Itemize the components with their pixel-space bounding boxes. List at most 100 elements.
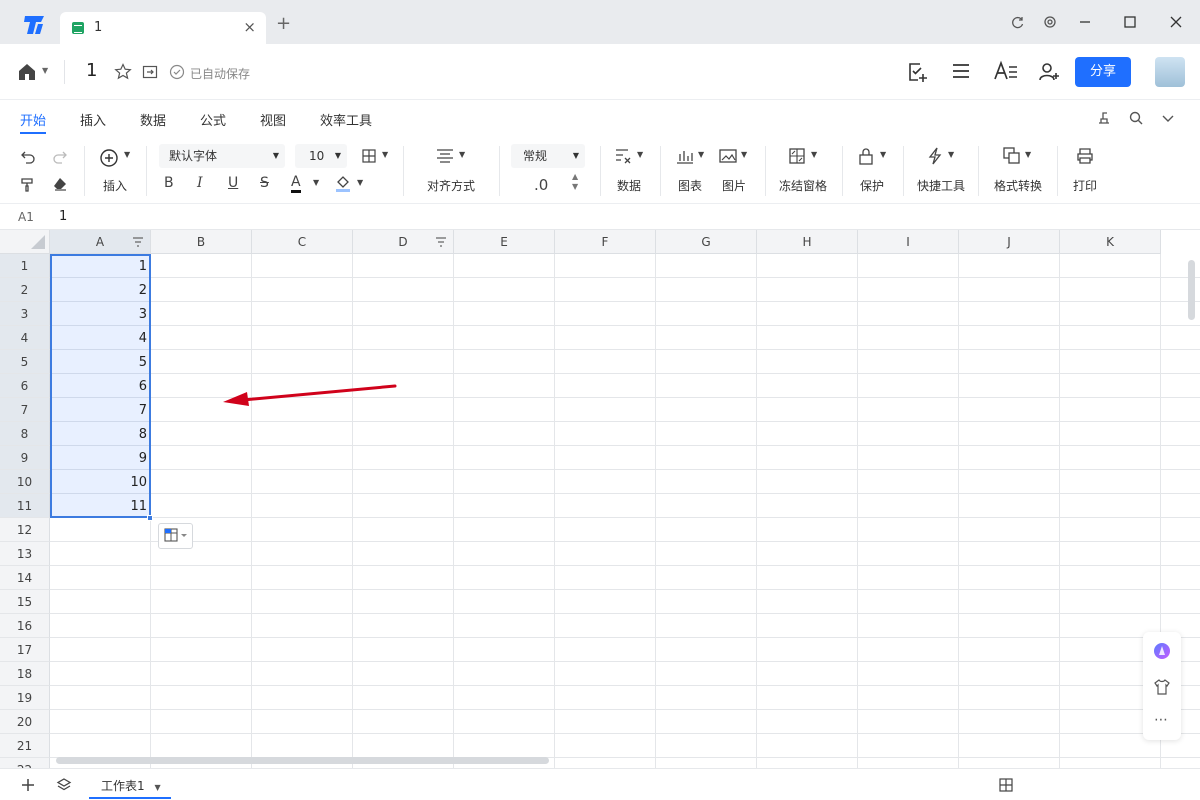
column-header[interactable]: K bbox=[1060, 230, 1161, 254]
column-header[interactable]: F bbox=[555, 230, 656, 254]
row-header[interactable]: 10 bbox=[0, 470, 50, 494]
sheet-list-icon[interactable] bbox=[56, 777, 72, 793]
borders-dropdown-icon[interactable]: ▼ bbox=[382, 150, 388, 159]
horizontal-scrollbar[interactable] bbox=[56, 757, 549, 764]
clear-format-icon[interactable] bbox=[52, 176, 68, 192]
sheet-tab-dropdown-icon[interactable]: ▼ bbox=[154, 783, 160, 792]
freeze-dropdown-icon[interactable]: ▼ bbox=[811, 150, 817, 159]
borders-icon[interactable] bbox=[361, 148, 377, 164]
maximize-icon[interactable] bbox=[1123, 15, 1137, 29]
protect-dropdown-icon[interactable]: ▼ bbox=[880, 150, 886, 159]
bold-button[interactable]: B bbox=[164, 175, 174, 191]
cell-a3[interactable]: 3 bbox=[50, 302, 147, 326]
decimal-places[interactable]: .0 bbox=[534, 176, 548, 194]
row-header[interactable]: 5 bbox=[0, 350, 50, 374]
row-header[interactable]: 21 bbox=[0, 734, 50, 758]
row-header[interactable]: 20 bbox=[0, 710, 50, 734]
cell-a2[interactable]: 2 bbox=[50, 278, 147, 302]
format-brush-icon[interactable] bbox=[1096, 110, 1112, 126]
move-to-folder-icon[interactable] bbox=[142, 64, 158, 80]
tab-formula[interactable]: 公式 bbox=[200, 110, 226, 129]
underline-button[interactable]: U bbox=[228, 175, 238, 191]
font-color-button[interactable]: A bbox=[291, 174, 301, 193]
column-header[interactable]: I bbox=[858, 230, 959, 254]
undo-icon[interactable] bbox=[20, 148, 36, 164]
cell-a1[interactable]: 1 bbox=[50, 254, 147, 278]
image-icon[interactable] bbox=[719, 148, 737, 164]
cell-a4[interactable]: 4 bbox=[50, 326, 147, 350]
font-size-select[interactable]: 10 ▼ bbox=[295, 144, 347, 168]
format-convert-dropdown-icon[interactable]: ▼ bbox=[1025, 150, 1031, 159]
strikethrough-button[interactable]: S bbox=[260, 175, 269, 191]
freeze-panes-icon[interactable] bbox=[789, 148, 805, 164]
theme-shirt-icon[interactable] bbox=[1153, 678, 1171, 696]
vertical-scrollbar[interactable] bbox=[1188, 260, 1195, 320]
row-header[interactable]: 4 bbox=[0, 326, 50, 350]
select-all-corner[interactable] bbox=[0, 230, 50, 254]
new-tab-button[interactable]: + bbox=[276, 15, 291, 33]
align-icon[interactable] bbox=[436, 148, 454, 164]
font-color-dropdown-icon[interactable]: ▼ bbox=[313, 178, 319, 187]
row-header[interactable]: 14 bbox=[0, 566, 50, 590]
filter-icon[interactable] bbox=[435, 236, 447, 248]
row-header[interactable]: 16 bbox=[0, 614, 50, 638]
cell-a5[interactable]: 5 bbox=[50, 350, 147, 374]
document-name[interactable]: 1 bbox=[86, 60, 97, 81]
row-header[interactable]: 12 bbox=[0, 518, 50, 542]
align-dropdown-icon[interactable]: ▼ bbox=[459, 150, 465, 159]
spreadsheet-grid[interactable]: ABCDEFGHIJK 1 2 3 4 5 6 7 8 9 10 11 12 13 14 15 16 17 18 1… bbox=[0, 230, 1200, 768]
row-header[interactable]: 18 bbox=[0, 662, 50, 686]
row-header[interactable]: 8 bbox=[0, 422, 50, 446]
data-dropdown-icon[interactable]: ▼ bbox=[637, 150, 643, 159]
row-header[interactable]: 15 bbox=[0, 590, 50, 614]
insert-dropdown-icon[interactable]: ▼ bbox=[124, 150, 130, 159]
minimize-icon[interactable] bbox=[1078, 15, 1092, 29]
document-check-icon[interactable] bbox=[905, 60, 929, 84]
share-button[interactable]: 分享 bbox=[1075, 57, 1131, 87]
row-header[interactable]: 19 bbox=[0, 686, 50, 710]
user-avatar[interactable] bbox=[1155, 57, 1185, 87]
data-icon[interactable] bbox=[615, 148, 633, 164]
print-icon[interactable] bbox=[1076, 148, 1094, 164]
row-header[interactable]: 7 bbox=[0, 398, 50, 422]
tab-insert[interactable]: 插入 bbox=[80, 110, 106, 129]
search-icon[interactable] bbox=[1128, 110, 1144, 126]
quick-tools-dropdown-icon[interactable]: ▼ bbox=[948, 150, 954, 159]
column-header[interactable]: H bbox=[757, 230, 858, 254]
column-header[interactable]: E bbox=[454, 230, 555, 254]
column-header[interactable]: D bbox=[353, 230, 454, 254]
refresh-icon[interactable] bbox=[1011, 15, 1025, 29]
cell-a7[interactable]: 7 bbox=[50, 398, 147, 422]
column-header[interactable]: G bbox=[656, 230, 757, 254]
close-icon[interactable] bbox=[1169, 15, 1183, 29]
add-collaborator-icon[interactable] bbox=[1037, 60, 1061, 84]
formula-input[interactable]: 1 bbox=[59, 209, 67, 224]
row-header[interactable]: 17 bbox=[0, 638, 50, 662]
tab-efficiency-tools[interactable]: 效率工具 bbox=[320, 110, 372, 129]
document-tab[interactable]: 1 × bbox=[60, 12, 266, 44]
fill-color-dropdown-icon[interactable]: ▼ bbox=[357, 178, 363, 187]
filter-icon[interactable] bbox=[132, 236, 144, 248]
fill-color-icon[interactable] bbox=[335, 174, 351, 192]
tab-view[interactable]: 视图 bbox=[260, 110, 286, 129]
home-icon[interactable] bbox=[17, 62, 37, 82]
italic-button[interactable]: I bbox=[197, 175, 203, 191]
row-header[interactable]: 2 bbox=[0, 278, 50, 302]
row-header[interactable]: 9 bbox=[0, 446, 50, 470]
tab-close-icon[interactable]: × bbox=[243, 18, 256, 36]
row-header[interactable]: 1 bbox=[0, 254, 50, 278]
ai-assistant-icon[interactable] bbox=[1153, 642, 1171, 660]
lightning-icon[interactable] bbox=[926, 147, 944, 165]
more-options-icon[interactable]: ⋯ bbox=[1154, 712, 1169, 728]
star-icon[interactable] bbox=[114, 63, 132, 81]
cell-a9[interactable]: 9 bbox=[50, 446, 147, 470]
lock-icon[interactable] bbox=[858, 147, 874, 165]
cell-a8[interactable]: 8 bbox=[50, 422, 147, 446]
app-logo-icon[interactable] bbox=[22, 14, 48, 36]
format-painter-icon[interactable] bbox=[20, 176, 36, 192]
column-header[interactable]: C bbox=[252, 230, 353, 254]
grid-view-icon[interactable] bbox=[999, 778, 1013, 792]
column-header[interactable]: J bbox=[959, 230, 1060, 254]
column-header[interactable]: B bbox=[151, 230, 252, 254]
cell-a11[interactable]: 11 bbox=[50, 494, 147, 518]
